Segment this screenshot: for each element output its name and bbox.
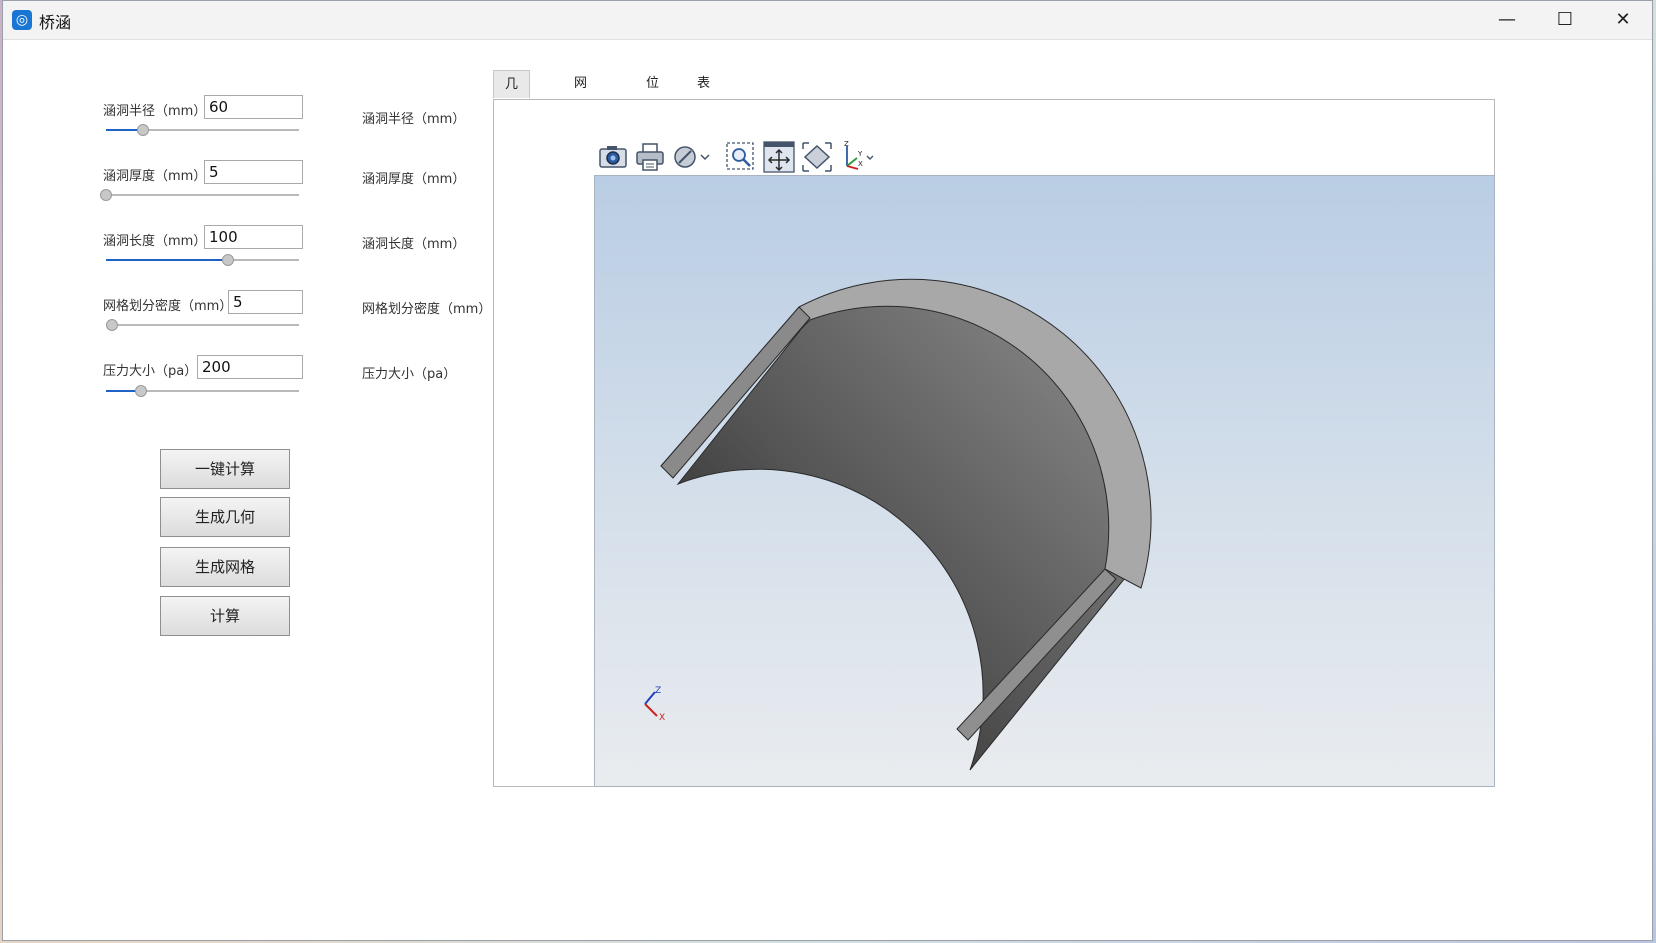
display-thickness-label: 涵洞厚度（mm） — [362, 172, 466, 187]
generate-mesh-button[interactable]: 生成网格 — [160, 547, 290, 587]
slider-thumb[interactable] — [221, 254, 234, 266]
axes-y-letter: Y — [857, 150, 863, 158]
pan-icon[interactable] — [762, 140, 796, 174]
triad-x-label: X — [659, 713, 665, 723]
print-icon[interactable] — [633, 140, 667, 174]
radius-slider[interactable] — [106, 124, 299, 136]
3d-viewport[interactable]: Z X — [594, 175, 1495, 787]
radius-input[interactable] — [204, 95, 303, 119]
mesh-density-label: 网格划分密度（mm） — [103, 299, 233, 314]
camera-icon[interactable] — [596, 140, 630, 174]
length-input[interactable] — [204, 225, 303, 249]
thickness-label: 涵洞厚度（mm） — [103, 169, 207, 184]
slider-thumb[interactable] — [136, 124, 149, 136]
mesh-density-input[interactable] — [228, 290, 303, 314]
length-slider[interactable] — [106, 254, 299, 266]
tab-geometry[interactable]: 几何结构 — [493, 70, 531, 176]
slider-thumb[interactable] — [134, 385, 147, 397]
close-button[interactable]: ✕ — [1594, 1, 1652, 39]
culvert-model: Z X — [644, 278, 1152, 771]
axes-x-letter: X — [858, 160, 863, 168]
maximize-button[interactable]: ☐ — [1536, 1, 1594, 39]
length-label: 涵洞长度（mm） — [103, 234, 207, 249]
display-mesh-density-label: 网格划分密度（mm） — [362, 302, 492, 317]
app-icon: ◎ — [12, 10, 32, 30]
thickness-input[interactable] — [204, 160, 303, 184]
pressure-label: 压力大小（pa） — [103, 364, 198, 379]
minimize-button[interactable]: — — [1478, 1, 1536, 39]
title-bar: ◎ 桥涵 — ☐ ✕ — [3, 1, 1652, 40]
slider-thumb[interactable] — [100, 189, 112, 201]
tab-mesh[interactable]: 网格划分 — [563, 70, 598, 175]
axes-z-letter: Z — [844, 140, 849, 148]
axes-view-icon[interactable]: Z Y X — [838, 140, 878, 174]
zoom-box-icon[interactable] — [724, 140, 758, 174]
pressure-slider[interactable] — [106, 385, 299, 397]
slider-thumb[interactable] — [105, 319, 118, 331]
generate-geometry-button[interactable]: 生成几何 — [160, 497, 290, 537]
thickness-slider[interactable] — [100, 189, 299, 201]
tab-displacement[interactable]: 位移 — [635, 70, 670, 119]
axis-triad: Z X — [644, 686, 665, 723]
fit-view-icon[interactable] — [800, 140, 834, 174]
one-click-compute-button[interactable]: 一键计算 — [160, 449, 290, 489]
slider-fill — [106, 259, 228, 261]
pressure-input[interactable] — [197, 355, 303, 379]
slider-track — [106, 324, 299, 326]
display-pressure-label: 压力大小（pa） — [362, 367, 457, 382]
display-radius-label: 涵洞半径（mm） — [362, 112, 466, 127]
radius-label: 涵洞半径（mm） — [103, 104, 207, 119]
compute-button[interactable]: 计算 — [160, 596, 290, 636]
window-title: 桥涵 — [39, 13, 72, 32]
triad-z-label: Z — [655, 686, 661, 696]
tab-form1[interactable]: 表单1 — [686, 70, 721, 147]
display-mode-icon[interactable] — [670, 140, 714, 174]
slider-track — [106, 194, 299, 196]
display-length-label: 涵洞长度（mm） — [362, 237, 466, 252]
mesh-density-slider[interactable] — [105, 319, 299, 331]
